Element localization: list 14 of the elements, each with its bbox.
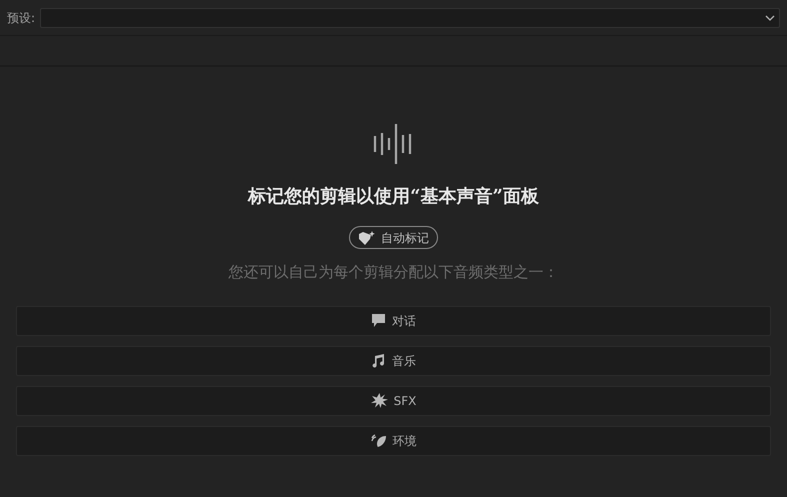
burst-icon [370, 393, 388, 408]
speech-bubble-icon [371, 313, 386, 328]
leaf-icon [370, 433, 386, 448]
panel-heading: 标记您的剪辑以使用“基本声音”面板 [248, 185, 539, 209]
audio-type-button[interactable]: 音乐 [16, 346, 771, 376]
preset-dropdown[interactable] [40, 8, 780, 28]
audio-type-button[interactable]: SFX [16, 386, 771, 416]
audio-type-button[interactable]: 对话 [16, 306, 771, 336]
preset-label: 预设: [7, 10, 36, 26]
chevron-down-icon [765, 14, 775, 20]
music-note-icon [371, 353, 386, 368]
auto-tag-button[interactable]: 自动标记 [349, 226, 438, 249]
audio-type-button[interactable]: 环境 [16, 426, 771, 456]
instruction-text: 您还可以自己为每个剪辑分配以下音频类型之一： [228, 262, 558, 283]
